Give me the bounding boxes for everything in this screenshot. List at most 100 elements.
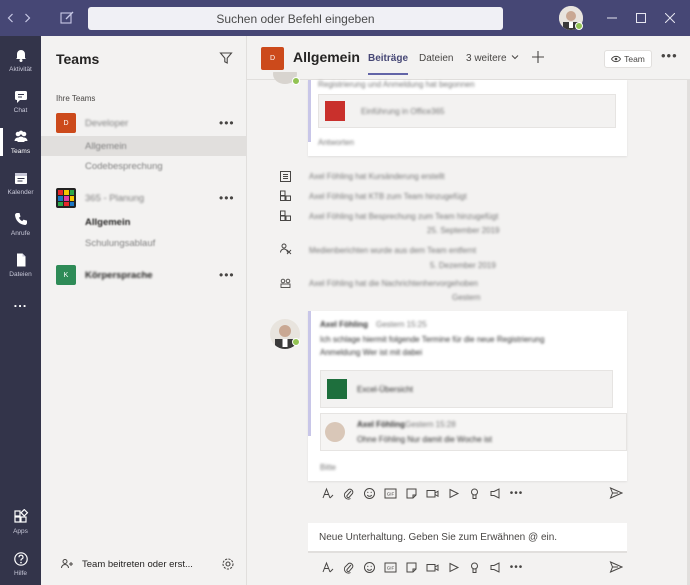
rail-apps[interactable]: Apps <box>0 502 41 542</box>
compose-toolbar: GIF ••• <box>317 558 627 576</box>
announcement-icon[interactable] <box>485 558 506 576</box>
attach-icon[interactable] <box>338 484 359 502</box>
app-rail: Aktivität Chat Teams Kalender Anrufe Dat… <box>0 36 41 585</box>
channel-name: Schulungsablauf <box>85 237 156 249</box>
channel-view: D Allgemein Beiträge Dateien 3 weitere T… <box>247 36 690 585</box>
team-item-developer[interactable]: D Developer ••• <box>41 112 247 134</box>
reply-link[interactable]: Antworten <box>318 138 354 147</box>
compose-icon <box>60 11 74 24</box>
presence-available-icon <box>292 338 300 346</box>
rail-apps-label: Apps <box>13 528 28 535</box>
reply-link[interactable]: Bitte <box>320 463 336 472</box>
reply-text: Ohne Föhling Nur damit die Woche ist <box>357 435 493 444</box>
rail-calendar[interactable]: Kalender <box>0 163 41 203</box>
attachment-card[interactable]: Excel-Übersicht <box>320 370 613 408</box>
rail-chat[interactable]: Chat <box>0 81 41 121</box>
rail-help[interactable]: Hilfe <box>0 544 41 584</box>
channel-item[interactable]: Allgemein <box>41 212 247 232</box>
new-chat-button[interactable] <box>58 9 76 27</box>
praise-icon[interactable] <box>464 558 485 576</box>
send-icon[interactable] <box>609 560 623 574</box>
rail-calendar-label: Kalender <box>7 189 34 196</box>
apps-icon <box>280 210 291 221</box>
maximize-icon <box>636 13 646 23</box>
reply-time: Gestern 15:28 <box>405 420 456 429</box>
rail-teams-label: Teams <box>10 148 31 155</box>
gif-icon[interactable]: GIF <box>380 484 401 502</box>
sys-message: Axel Föhling hat Besprechung zum Team hi… <box>309 212 499 221</box>
attach-icon[interactable] <box>338 558 359 576</box>
panel-title: Teams <box>56 51 100 67</box>
meet-icon[interactable] <box>422 558 443 576</box>
people-remove-icon <box>280 243 292 255</box>
tab-files[interactable]: Dateien <box>419 53 453 64</box>
sticker-icon[interactable] <box>401 484 422 502</box>
attachment-card[interactable]: Einführung in Office365 <box>318 94 616 128</box>
close-window-button[interactable] <box>655 0 685 36</box>
gif-icon[interactable]: GIF <box>380 558 401 576</box>
format-icon[interactable] <box>317 484 338 502</box>
stream-icon[interactable] <box>443 558 464 576</box>
title-bar: Suchen oder Befehl eingeben <box>0 0 690 36</box>
team-info-button[interactable]: Team <box>604 50 652 68</box>
channel-item[interactable]: Allgemein <box>41 136 247 156</box>
rail-calls-label: Anrufe <box>10 230 31 237</box>
send-icon[interactable] <box>609 486 623 500</box>
emoji-icon[interactable] <box>359 484 380 502</box>
team-logo-icon <box>58 190 74 206</box>
more-options-icon[interactable]: ••• <box>506 484 527 502</box>
channel-item[interactable]: Codebesprechung <box>41 156 247 176</box>
maximize-button[interactable] <box>626 0 656 36</box>
meet-icon[interactable] <box>422 484 443 502</box>
praise-icon[interactable] <box>464 484 485 502</box>
emoji-icon[interactable] <box>359 558 380 576</box>
rail-teams[interactable]: Teams <box>0 122 41 162</box>
search-placeholder: Suchen oder Befehl eingeben <box>216 11 375 26</box>
team-more-icon[interactable]: ••• <box>219 116 235 130</box>
add-tab-button[interactable] <box>532 48 544 68</box>
thread-bar <box>308 311 311 436</box>
join-team-button[interactable]: Team beitreten oder erst... <box>41 551 247 577</box>
tab-posts[interactable]: Beiträge <box>368 53 409 75</box>
svg-text:GIF: GIF <box>387 565 395 570</box>
new-conversation-input[interactable]: Neue Unterhaltung. Geben Sie zum Erwähne… <box>308 523 627 553</box>
channel-title: Allgemein <box>293 49 360 65</box>
announcement-icon[interactable] <box>485 484 506 502</box>
minimize-button[interactable] <box>597 0 627 36</box>
gear-icon[interactable] <box>221 557 235 571</box>
more-options-icon[interactable]: ••• <box>506 558 527 576</box>
eye-icon <box>611 55 622 63</box>
team-name: 365 - Planung <box>85 192 145 204</box>
reply-author: Axel Föhling <box>357 420 405 429</box>
join-team-icon <box>61 559 73 569</box>
rail-files[interactable]: Dateien <box>0 245 41 285</box>
sticker-icon[interactable] <box>401 558 422 576</box>
header-more-icon[interactable]: ••• <box>661 48 678 63</box>
chevron-left-icon <box>7 13 13 23</box>
channel-header: D Allgemein Beiträge Dateien 3 weitere T… <box>247 36 690 80</box>
stream-icon[interactable] <box>443 484 464 502</box>
format-icon[interactable] <box>317 558 338 576</box>
post-text: Anmeldung Wer ist mit dabei <box>320 348 423 357</box>
more-icon: ... <box>13 294 28 310</box>
search-input[interactable]: Suchen oder Befehl eingeben <box>88 7 503 30</box>
tab-more[interactable]: 3 weitere <box>466 53 519 64</box>
rail-files-label: Dateien <box>9 271 32 278</box>
team-icon <box>280 278 291 288</box>
team-more-icon[interactable]: ••• <box>219 268 235 282</box>
team-item-planung[interactable]: 365 - Planung ••• <box>41 187 247 209</box>
forward-button[interactable] <box>16 0 38 36</box>
rail-activity[interactable]: Aktivität <box>0 40 41 80</box>
sys-message: Medienberichten wurde aus dem Team entfe… <box>309 246 477 255</box>
team-item-koerpersprache[interactable]: K Körpersprache ••• <box>41 264 247 286</box>
rail-calls[interactable]: Anrufe <box>0 204 41 244</box>
phone-icon <box>14 213 27 225</box>
rail-help-label: Hilfe <box>13 570 27 577</box>
thread-bar <box>308 80 311 142</box>
rail-chat-label: Chat <box>13 107 28 114</box>
rail-more[interactable]: ... <box>0 282 41 322</box>
team-more-icon[interactable]: ••• <box>219 191 235 205</box>
channel-item[interactable]: Schulungsablauf <box>41 233 247 253</box>
attachment-name: Excel-Übersicht <box>357 385 414 394</box>
filter-button[interactable] <box>219 51 233 65</box>
